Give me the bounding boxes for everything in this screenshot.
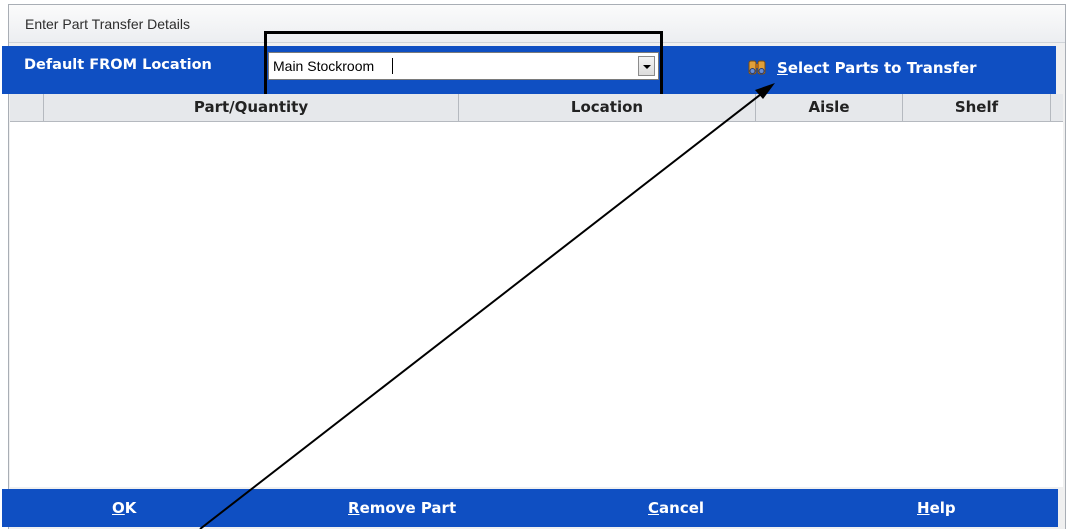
- dropdown-button[interactable]: [638, 56, 655, 76]
- ok-label: K: [124, 499, 137, 517]
- select-parts-to-transfer-button[interactable]: Select Parts to Transfer: [747, 56, 977, 80]
- remove-part-label: emove Part: [359, 499, 457, 517]
- from-location-value[interactable]: Main Stockroom: [273, 58, 374, 74]
- select-parts-label: elect Parts to Transfer: [787, 59, 977, 77]
- row-selector-header: [10, 94, 44, 121]
- help-mnemonic: H: [917, 499, 930, 517]
- remove-part-button[interactable]: Remove Part: [348, 499, 456, 517]
- help-label: elp: [929, 499, 956, 517]
- title-bar: Enter Part Transfer Details: [9, 5, 1065, 43]
- help-button[interactable]: Help: [917, 499, 956, 517]
- from-location-label: Default FROM Location: [24, 57, 212, 73]
- ok-mnemonic: O: [112, 499, 125, 517]
- column-header-aisle[interactable]: Aisle: [756, 94, 903, 121]
- column-header-shelf[interactable]: Shelf: [903, 94, 1051, 121]
- cancel-button[interactable]: Cancel: [648, 499, 704, 517]
- text-caret: [392, 58, 393, 74]
- ok-button[interactable]: OK: [112, 499, 136, 517]
- remove-part-mnemonic: R: [348, 499, 360, 517]
- column-header-location[interactable]: Location: [459, 94, 756, 121]
- cancel-mnemonic: C: [648, 499, 660, 517]
- cancel-label: ancel: [659, 499, 705, 517]
- parts-grid-body[interactable]: [10, 122, 1063, 487]
- dialog-title: Enter Part Transfer Details: [25, 16, 190, 32]
- chevron-down-icon: [643, 65, 651, 69]
- column-header-part-quantity[interactable]: Part/Quantity: [44, 94, 459, 121]
- select-parts-mnemonic: S: [777, 59, 788, 77]
- button-bar: OK Remove Part Cancel Help: [2, 489, 1058, 527]
- from-location-combobox[interactable]: Main Stockroom: [268, 52, 659, 80]
- grid-header: Part/Quantity Location Aisle Shelf: [10, 94, 1063, 122]
- binoculars-icon: [748, 60, 766, 75]
